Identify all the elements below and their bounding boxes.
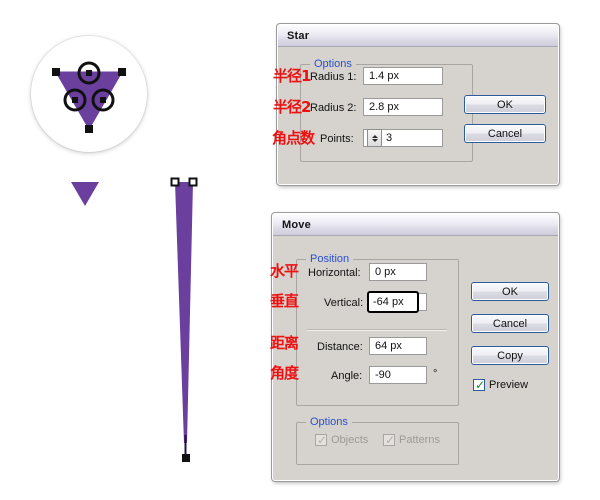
annotation-radius-2: 半径2 — [273, 98, 311, 116]
angle-label: Angle: — [331, 370, 363, 382]
annotation-angle: 角度 — [270, 364, 299, 382]
move-cancel-button-label: Cancel — [492, 317, 528, 330]
radius-1-input[interactable]: 1.4 px — [363, 67, 443, 85]
move-options-group-label: Options — [306, 416, 352, 428]
angle-input[interactable]: -90 — [369, 366, 427, 384]
angle-value: -90 — [375, 369, 391, 381]
check-icon: ✓ — [475, 378, 486, 392]
annotation-radius-1: 半径1 — [273, 67, 311, 85]
tapered-spike-shape — [163, 175, 217, 465]
screenshot-canvas: Star Options 半径1 Radius 1: 1.4 px 半径2 Ra… — [0, 0, 600, 500]
vertical-input[interactable]: -64 px — [367, 291, 419, 313]
preview-checkbox[interactable]: ✓ — [473, 379, 485, 391]
radius-2-value: 2.8 px — [369, 101, 399, 113]
star-ok-button[interactable]: OK — [464, 95, 546, 114]
annotation-distance: 距离 — [270, 334, 299, 352]
tapered-spike-icon — [170, 177, 198, 462]
small-triangle-shape — [65, 178, 105, 212]
star-ok-button-label: OK — [497, 98, 513, 111]
annotation-points: 角点数 — [272, 129, 315, 147]
patterns-checkbox: ✓ — [383, 434, 395, 446]
move-position-group-label: Position — [306, 253, 354, 265]
radius-1-value: 1.4 px — [369, 70, 399, 82]
small-triangle-icon — [71, 182, 99, 206]
horizontal-label: Horizontal: — [308, 267, 361, 279]
vertical-label: Vertical: — [324, 297, 364, 309]
star-dialog-titlebar[interactable]: Star — [278, 25, 558, 47]
points-value: 3 — [386, 132, 393, 144]
distance-label: Distance: — [317, 341, 363, 353]
distance-value: 64 px — [375, 340, 402, 352]
preview-checkbox-label: Preview — [489, 379, 529, 391]
annotation-horizontal: 水平 — [270, 262, 299, 280]
star-options-group-label: Options — [310, 58, 356, 70]
radius-2-label: Radius 2: — [310, 102, 357, 114]
points-spinner[interactable] — [367, 129, 382, 147]
annotation-vertical: 垂直 — [270, 292, 299, 310]
check-icon: ✓ — [385, 433, 396, 447]
star-cancel-button[interactable]: Cancel — [464, 124, 546, 143]
preview-checkbox-row[interactable]: ✓ Preview — [473, 379, 528, 391]
star-dialog-body: Options 半径1 Radius 1: 1.4 px 半径2 Radius … — [272, 47, 558, 183]
objects-checkbox: ✓ — [315, 434, 327, 446]
objects-checkbox-label: Objects — [331, 434, 369, 446]
move-dialog[interactable]: Move Position 水平 Horizontal: 0 px 垂直 Ver… — [270, 213, 559, 481]
angle-degree-unit: ° — [433, 368, 438, 380]
patterns-checkbox-row: ✓ Patterns — [383, 434, 440, 446]
star-dialog-title: Star — [287, 29, 310, 42]
move-dialog-title: Move — [282, 218, 311, 231]
objects-checkbox-row: ✓ Objects — [315, 434, 368, 446]
check-icon: ✓ — [317, 433, 328, 447]
horizontal-value: 0 px — [375, 266, 396, 278]
move-copy-button[interactable]: Copy — [471, 346, 549, 365]
spinner-down-arrow-icon[interactable] — [371, 138, 378, 142]
horizontal-input[interactable]: 0 px — [369, 263, 427, 281]
spinner-up-arrow-icon[interactable] — [371, 134, 378, 138]
triangle-with-anchors-icon — [52, 61, 126, 133]
move-dialog-titlebar[interactable]: Move — [273, 214, 558, 236]
distance-input[interactable]: 64 px — [369, 337, 427, 355]
star-cancel-button-label: Cancel — [487, 127, 523, 140]
move-copy-button-label: Copy — [497, 349, 523, 362]
move-dialog-body: Position 水平 Horizontal: 0 px 垂直 Vertical… — [270, 236, 558, 479]
points-label: Points: — [320, 133, 354, 145]
position-separator — [307, 329, 447, 331]
move-ok-button-label: OK — [502, 285, 518, 298]
vertical-value: -64 px — [373, 296, 404, 308]
patterns-checkbox-label: Patterns — [399, 434, 440, 446]
radius-1-label: Radius 1: — [310, 71, 357, 83]
move-cancel-button[interactable]: Cancel — [471, 314, 549, 333]
move-ok-button[interactable]: OK — [471, 282, 549, 301]
star-tool-preview-circle — [31, 36, 147, 152]
points-input[interactable]: 3 — [363, 129, 443, 147]
radius-2-input[interactable]: 2.8 px — [363, 98, 443, 116]
star-dialog[interactable]: Star Options 半径1 Radius 1: 1.4 px 半径2 Ra… — [272, 24, 559, 185]
